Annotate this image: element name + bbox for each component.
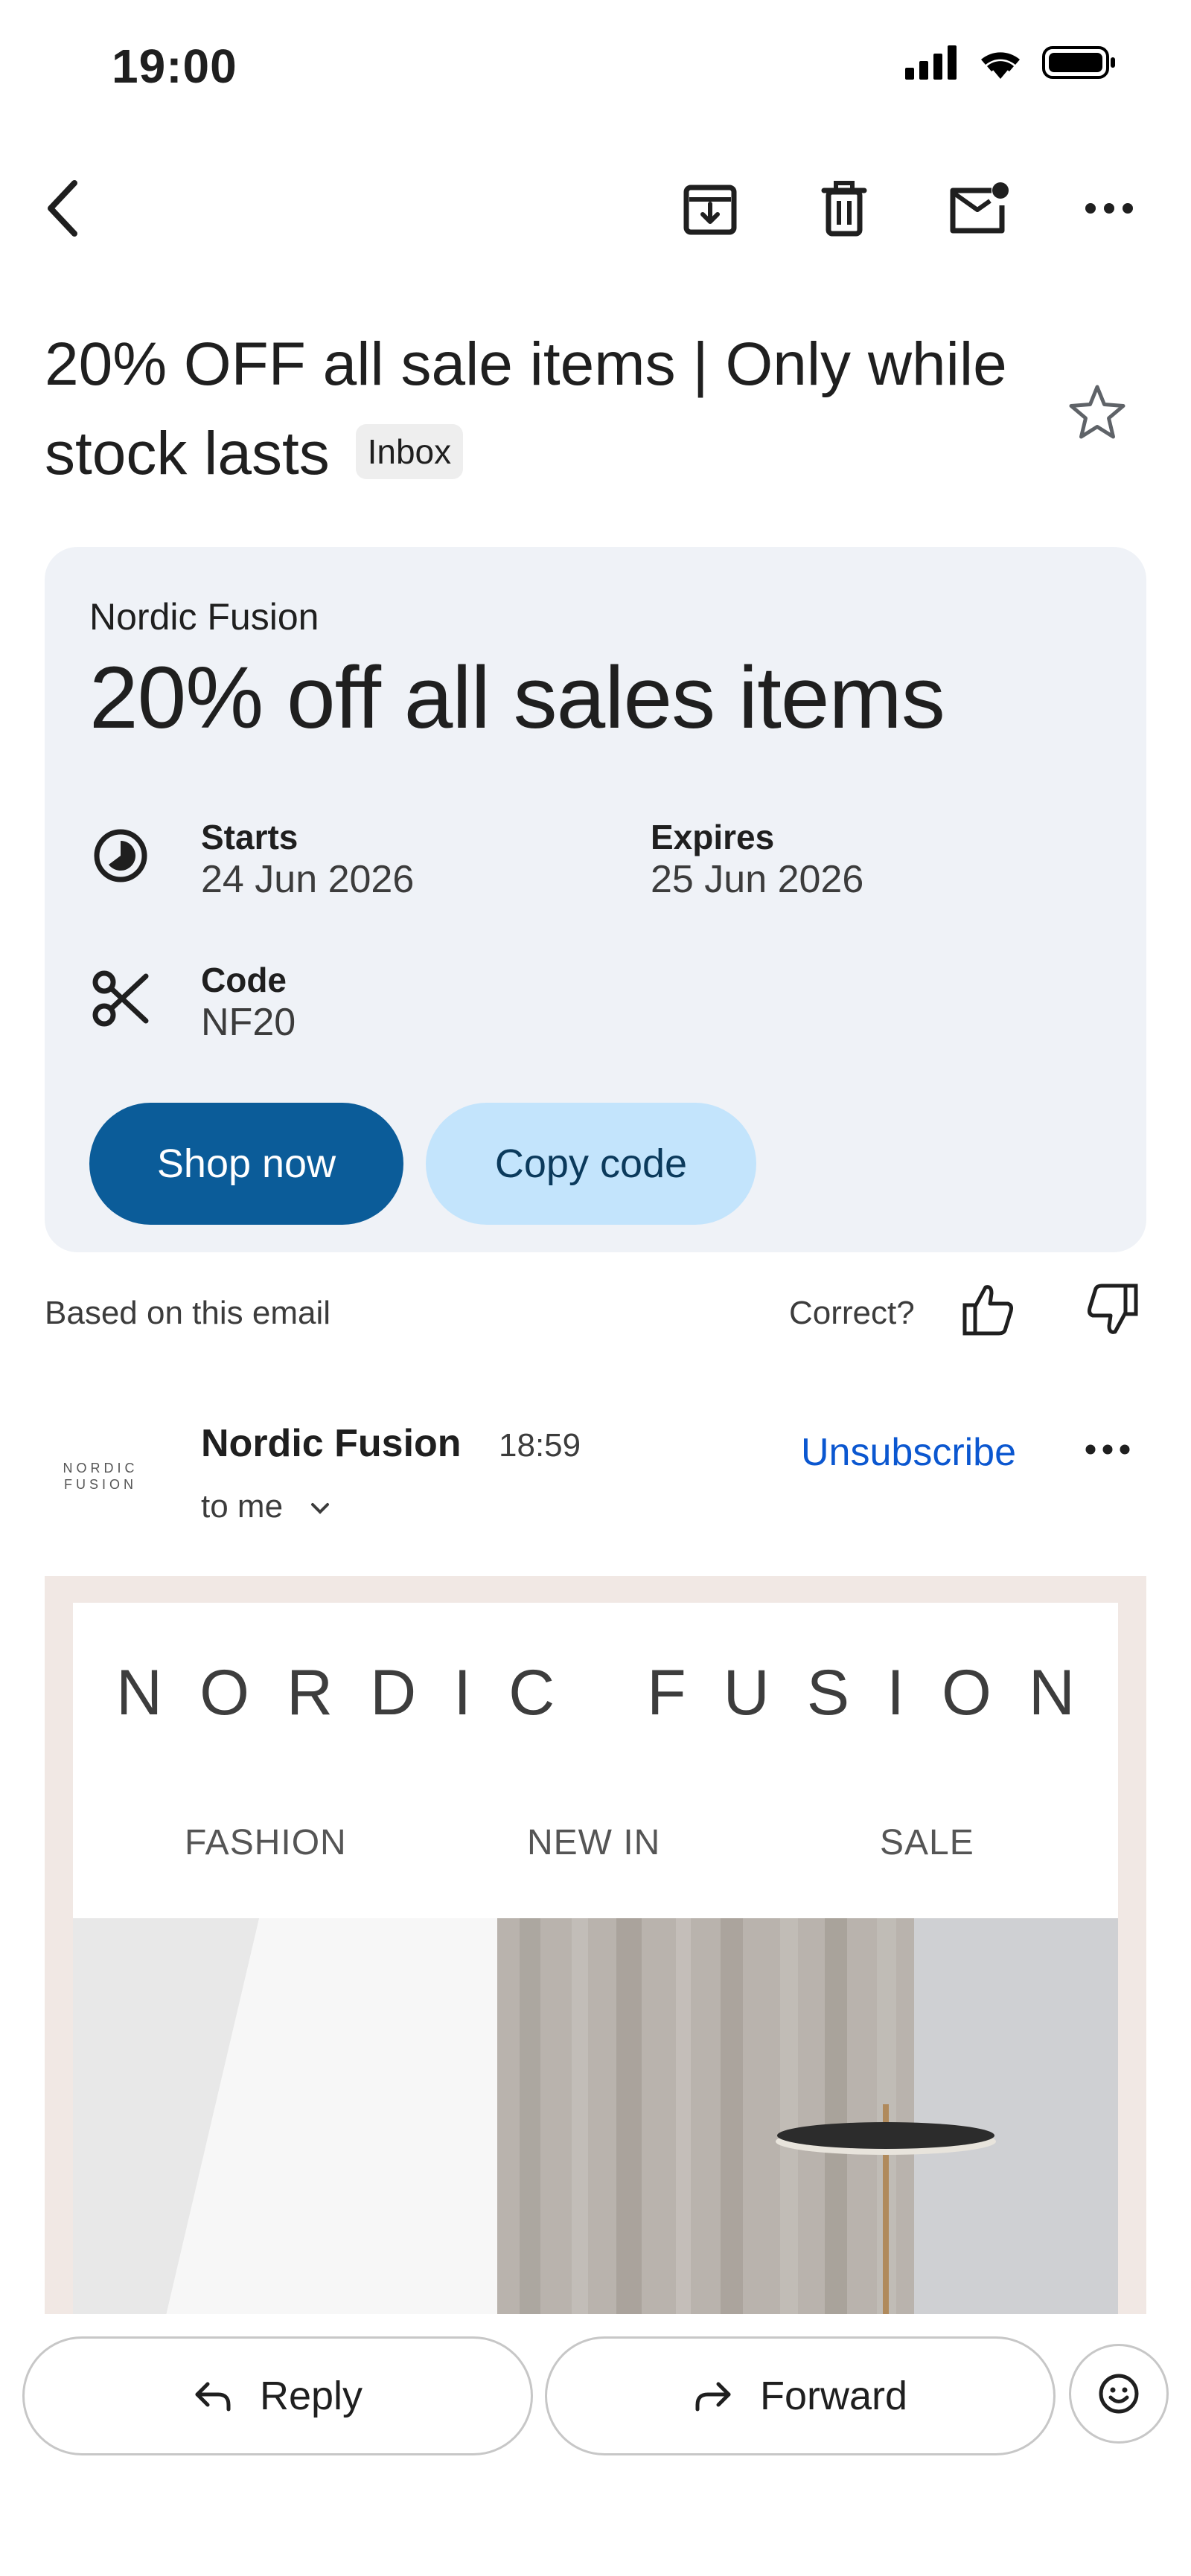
star-icon — [1068, 383, 1126, 440]
thumbs-down-icon — [1084, 1281, 1140, 1338]
email-body: NORDIC FUSION FASHION NEW IN SALE — [73, 1603, 1118, 2394]
sender-name[interactable]: Nordic Fusion — [201, 1421, 462, 1466]
thumbs-down-button[interactable] — [1084, 1281, 1140, 1338]
based-on-email-text: Based on this email — [45, 1295, 331, 1331]
shop-now-button[interactable]: Shop now — [89, 1103, 403, 1225]
mark-unread-button[interactable] — [941, 171, 1015, 246]
recipient-text: to me — [201, 1488, 284, 1525]
message-more-button[interactable] — [1084, 1442, 1131, 1457]
brand-wordmark: NORDIC FUSION — [116, 1657, 1112, 1728]
starts-value: 24 Jun 2026 — [201, 858, 415, 901]
logo-line-2: FUSION — [63, 1477, 137, 1492]
promo-title: 20% off all sales items — [89, 649, 945, 747]
archive-icon — [682, 180, 738, 237]
back-arrow-icon — [40, 179, 85, 238]
star-button[interactable] — [1068, 383, 1126, 440]
delete-icon — [818, 179, 870, 238]
signal-icon — [905, 45, 959, 80]
forward-icon — [693, 2380, 733, 2412]
starts-label: Starts — [201, 818, 298, 856]
inbox-label[interactable]: Inbox — [355, 424, 464, 480]
recipient-toggle[interactable]: to me — [201, 1488, 331, 1525]
forward-button[interactable]: Forward — [545, 2336, 1056, 2455]
reply-icon — [193, 2380, 233, 2412]
more-icon — [1084, 1442, 1131, 1457]
thumbs-up-button[interactable] — [960, 1281, 1017, 1338]
sender-logo: NORDIC FUSION — [45, 1460, 156, 1493]
forward-label: Forward — [759, 2374, 908, 2418]
back-button[interactable] — [25, 171, 100, 246]
subject-text: 20% OFF all sale items | Only while stoc… — [45, 330, 1007, 487]
archive-button[interactable] — [673, 171, 747, 246]
thumbs-up-icon — [960, 1281, 1017, 1338]
expires-value: 25 Jun 2026 — [651, 858, 864, 901]
more-options-button[interactable] — [1072, 171, 1146, 246]
email-nav-sale[interactable]: SALE — [880, 1822, 974, 1863]
unsubscribe-link[interactable]: Unsubscribe — [801, 1430, 1016, 1475]
chevron-down-icon — [310, 1502, 331, 1515]
correct-question: Correct? — [789, 1295, 915, 1331]
status-icons — [905, 45, 1117, 80]
email-subject: 20% OFF all sale items | Only while stoc… — [45, 320, 1012, 499]
code-label: Code — [201, 961, 287, 999]
wifi-icon — [977, 45, 1024, 80]
reply-button[interactable]: Reply — [22, 2336, 533, 2455]
promo-sender: Nordic Fusion — [89, 596, 319, 638]
logo-line-1: NORDIC — [63, 1461, 138, 1476]
smiley-icon — [1097, 2372, 1140, 2415]
delete-button[interactable] — [807, 171, 881, 246]
status-time: 19:00 — [112, 39, 237, 93]
clock-icon — [91, 826, 150, 885]
reply-label: Reply — [259, 2374, 363, 2418]
expires-label: Expires — [651, 818, 775, 856]
emoji-react-button[interactable] — [1069, 2344, 1169, 2444]
mark-unread-icon — [947, 180, 1009, 237]
message-time: 18:59 — [499, 1427, 581, 1464]
copy-code-button[interactable]: Copy code — [426, 1103, 756, 1225]
code-value: NF20 — [201, 1001, 296, 1044]
email-nav-fashion[interactable]: FASHION — [185, 1822, 347, 1863]
scissors-icon — [91, 969, 150, 1028]
more-icon — [1083, 201, 1135, 216]
email-nav-new-in[interactable]: NEW IN — [527, 1822, 660, 1863]
battery-icon — [1042, 45, 1117, 80]
